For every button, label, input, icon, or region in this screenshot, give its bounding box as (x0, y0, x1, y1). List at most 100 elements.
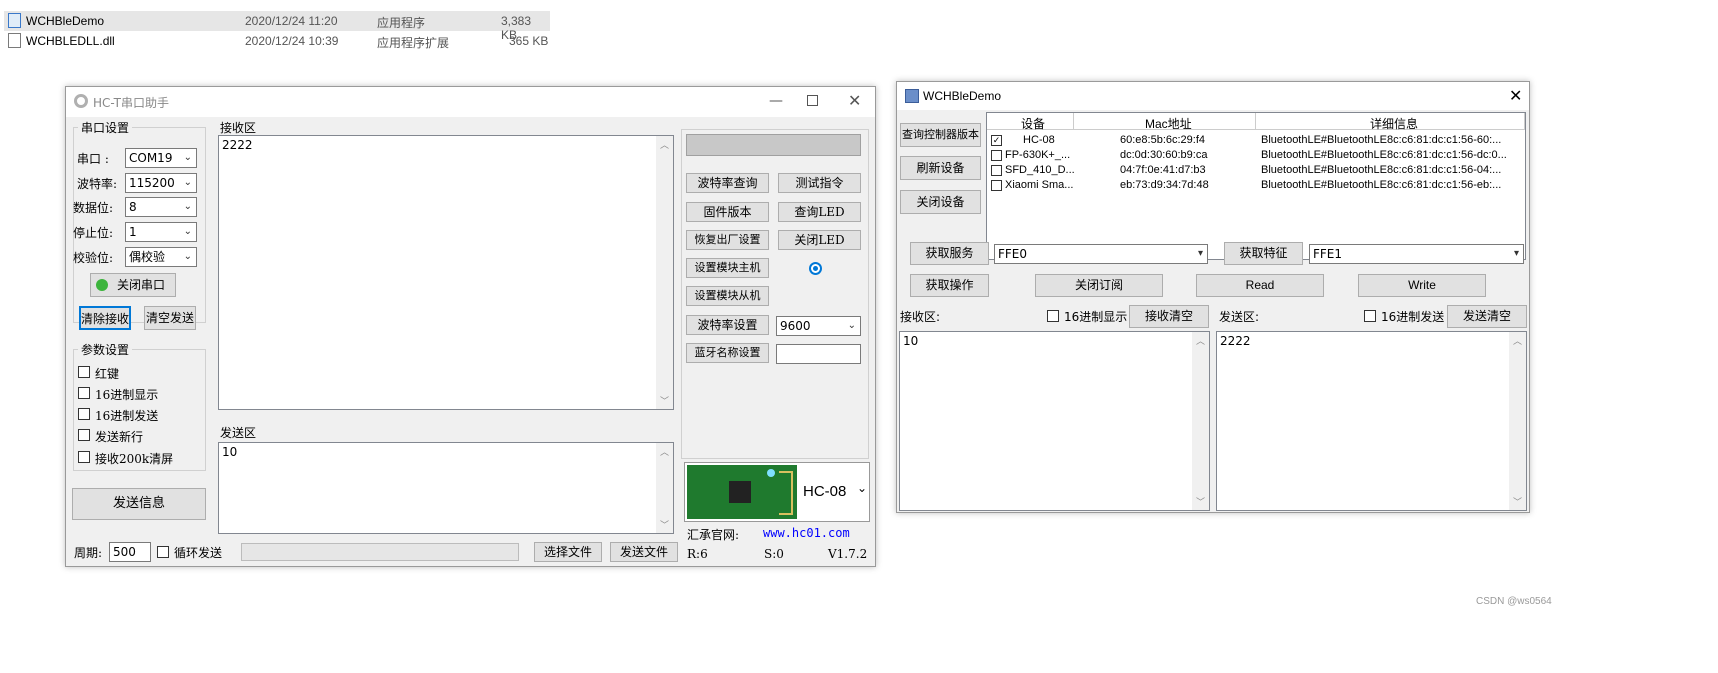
unsubscribe-button[interactable]: 关闭订阅 (1035, 274, 1163, 297)
characteristic-select[interactable]: FFE1 ▾ (1309, 244, 1524, 264)
scrollbar[interactable]: ︿ ﹀ (656, 443, 673, 533)
clear-send-button[interactable]: 发送清空 (1447, 305, 1527, 328)
device-list[interactable]: 设备 Mac地址 详细信息 ✓ HC-08 60:e8:5b:6c:29:f4 … (986, 112, 1526, 260)
get-service-button[interactable]: 获取服务 (910, 242, 989, 265)
set-slave-button[interactable]: 设置模块从机 (686, 286, 769, 306)
device-checkbox[interactable]: ✓ (991, 135, 1002, 146)
send-file-button[interactable]: 发送文件 (610, 542, 678, 562)
site-label: 汇承官网: (687, 528, 740, 542)
option-checkbox[interactable] (78, 366, 90, 378)
parity-select[interactable]: 偶校验 ⌄ (125, 247, 197, 267)
stopbits-label: 停止位: (73, 226, 114, 240)
choose-file-button[interactable]: 选择文件 (534, 542, 602, 562)
baud-select[interactable]: 115200 ⌄ (125, 173, 197, 193)
firmware-version-button[interactable]: 固件版本 (686, 202, 769, 222)
hc-serial-window: HC-T串口助手 — ✕ 串口设置 串口 : COM19 ⌄ 波特率: 11520… (65, 86, 876, 567)
get-characteristic-button[interactable]: 获取特征 (1224, 242, 1303, 265)
file-size: 365 KB (509, 34, 549, 48)
baud-set-select[interactable]: 9600 ⌄ (776, 316, 861, 336)
scrollbar[interactable]: ︿ ﹀ (656, 136, 673, 409)
set-master-button[interactable]: 设置模块主机 (686, 258, 769, 278)
option-checkbox[interactable] (78, 429, 90, 441)
read-button[interactable]: Read (1196, 274, 1324, 297)
hex-send-label: 16进制发送 (1381, 310, 1445, 324)
recv-label: 接收区 (220, 121, 257, 135)
write-button[interactable]: Write (1358, 274, 1486, 297)
chevron-down-icon: ⌄ (183, 201, 192, 212)
hex-send-checkbox[interactable] (1364, 310, 1376, 322)
status-r: R:6 (687, 547, 708, 561)
device-row[interactable]: Xiaomi Sma... eb:73:d9:34:7d:48 Bluetoot… (987, 178, 1525, 193)
period-input[interactable]: 500 (109, 542, 151, 562)
title-bar: WCHBleDemo ✕ (897, 82, 1529, 110)
wch-ble-window: WCHBleDemo ✕ 查询控制器版本 刷新设备 关闭设备 设备 Mac地址 … (896, 81, 1530, 513)
column-mac[interactable]: Mac地址 (1145, 115, 1192, 132)
query-led-button[interactable]: 查询LED (778, 202, 861, 222)
module-selector[interactable]: HC-08 ⌄ (684, 462, 870, 522)
file-row-wchbledemo[interactable]: WCHBleDemo 2020/12/24 11:20 应用程序 3,383 K… (4, 11, 550, 42)
hex-display-checkbox[interactable] (1047, 310, 1059, 322)
clear-recv-button[interactable]: 清除接收 (79, 306, 131, 330)
device-row[interactable]: SFD_410_D... 04:7f:0e:41:d7:b3 Bluetooth… (987, 163, 1525, 178)
clear-send-button[interactable]: 清空发送 (144, 306, 196, 330)
test-command-button[interactable]: 测试指令 (778, 173, 861, 193)
device-row[interactable]: FP-630K+_... dc:0d:30:60:b9:ca Bluetooth… (987, 148, 1525, 163)
send-textarea[interactable]: 2222 ︿ ﹀ (1216, 331, 1527, 511)
version-label: V1.7.2 (828, 547, 868, 561)
baud-set-button[interactable]: 波特率设置 (686, 315, 769, 335)
device-checkbox[interactable] (991, 180, 1002, 191)
status-display (686, 134, 861, 156)
file-type: 应用程序扩展 (377, 36, 450, 50)
close-device-button[interactable]: 关闭设备 (900, 190, 981, 214)
recv-textarea[interactable]: 2222 ︿ ﹀ (218, 135, 674, 410)
app-icon (905, 89, 919, 103)
status-led-icon (96, 279, 108, 291)
option-checkbox[interactable] (78, 387, 90, 399)
group-title: 串口设置 (78, 119, 133, 136)
led-radio-icon[interactable] (809, 262, 822, 275)
get-operation-button[interactable]: 获取操作 (910, 274, 989, 297)
bt-name-input[interactable] (776, 344, 861, 364)
send-textarea[interactable]: 10 ︿ ﹀ (218, 442, 674, 534)
option-checkbox[interactable] (78, 451, 90, 463)
chevron-down-icon: ▾ (1513, 248, 1519, 259)
close-port-button[interactable]: 关闭串口 (90, 273, 176, 297)
query-controller-version-button[interactable]: 查询控制器版本 (900, 123, 981, 147)
clear-recv-button[interactable]: 接收清空 (1129, 305, 1209, 328)
column-device[interactable]: 设备 (1021, 115, 1045, 132)
site-link[interactable]: www.hc01.com (763, 526, 850, 540)
stopbits-select[interactable]: 1 ⌄ (125, 222, 197, 242)
bt-name-button[interactable]: 蓝牙名称设置 (686, 343, 769, 363)
scrollbar[interactable]: ︿ ﹀ (1509, 332, 1526, 510)
parity-label: 校验位: (73, 251, 114, 265)
refresh-devices-button[interactable]: 刷新设备 (900, 156, 981, 180)
device-checkbox[interactable] (991, 150, 1002, 161)
loop-send-checkbox[interactable] (157, 546, 169, 558)
device-checkbox[interactable] (991, 165, 1002, 176)
recv-textarea[interactable]: 10 ︿ ﹀ (899, 331, 1210, 511)
chevron-down-icon: ⌄ (183, 177, 192, 188)
service-select[interactable]: FFE0 ▾ (994, 244, 1208, 264)
file-row-wchbledll[interactable]: WCHBLEDLL.dll 2020/12/24 10:39 应用程序扩展 36… (4, 31, 550, 51)
window-title: HC-T串口助手 (93, 96, 169, 110)
window-title: WCHBleDemo (923, 89, 1002, 103)
send-info-button[interactable]: 发送信息 (72, 488, 206, 520)
option-checkbox[interactable] (78, 408, 90, 420)
close-button[interactable]: ✕ (848, 91, 861, 110)
close-button[interactable]: ✕ (1509, 86, 1522, 105)
device-row[interactable]: ✓ HC-08 60:e8:5b:6c:29:f4 BluetoothLE#Bl… (987, 133, 1525, 148)
application-icon (8, 13, 21, 28)
baud-query-button[interactable]: 波特率查询 (686, 173, 769, 193)
minimize-button[interactable]: — (769, 93, 783, 109)
factory-reset-button[interactable]: 恢复出厂设置 (686, 230, 769, 250)
databits-select[interactable]: 8 ⌄ (125, 197, 197, 217)
maximize-button[interactable] (807, 95, 818, 106)
column-details[interactable]: 详细信息 (1370, 115, 1418, 132)
send-label: 发送区: (1219, 310, 1260, 324)
list-header: 设备 Mac地址 详细信息 (987, 113, 1525, 132)
port-select[interactable]: COM19 ⌄ (125, 148, 197, 168)
close-led-button[interactable]: 关闭LED (778, 230, 861, 250)
scrollbar[interactable]: ︿ ﹀ (1192, 332, 1209, 510)
loop-send-label: 循环发送 (174, 546, 223, 560)
status-s: S:0 (764, 547, 784, 561)
